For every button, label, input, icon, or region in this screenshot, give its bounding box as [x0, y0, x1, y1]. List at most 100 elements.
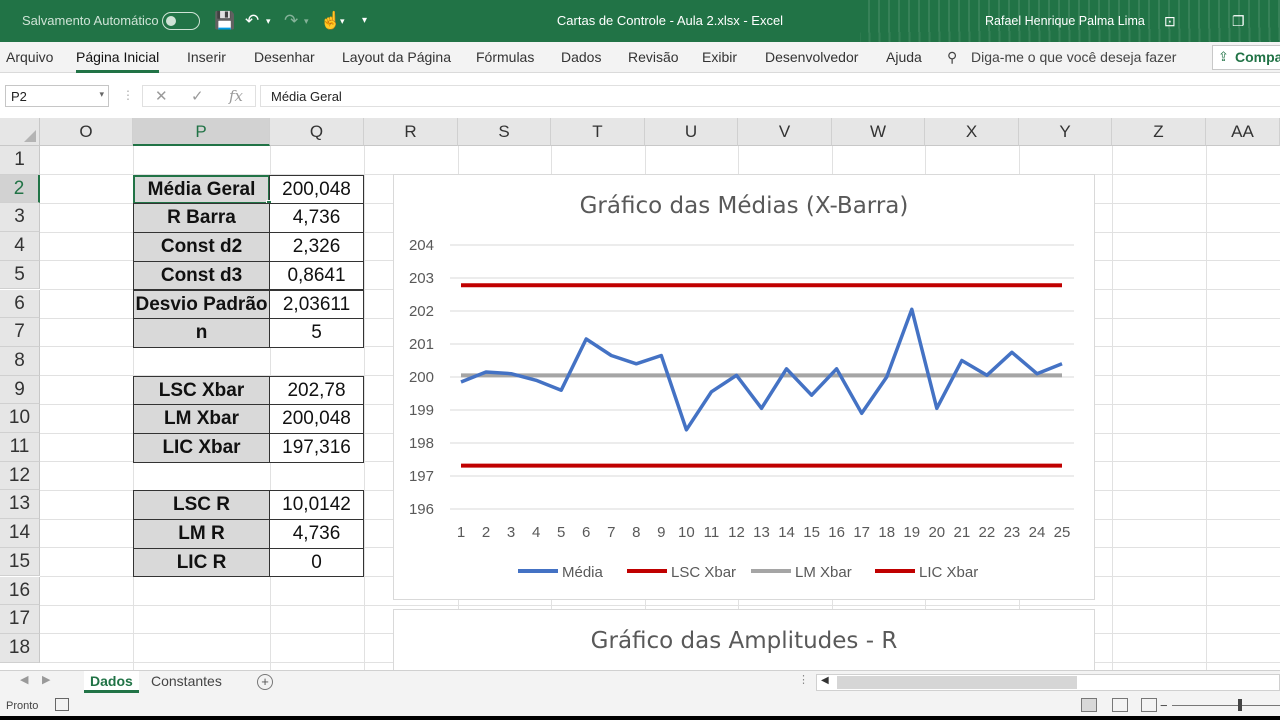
cell-p13-label[interactable]: LSC R	[133, 490, 270, 521]
column-header-r[interactable]: R	[364, 118, 458, 146]
tab-split-handle-icon[interactable]: ⋮	[798, 673, 809, 686]
cell-q4-value[interactable]: 2,326	[269, 232, 364, 262]
xbar-chart[interactable]: Gráfico das Médias (X-Barra) 196 197 198 19…	[393, 174, 1095, 600]
tab-formulas[interactable]: Fórmulas	[476, 49, 534, 65]
row-header-14[interactable]: 14	[0, 519, 40, 548]
share-button[interactable]: ⇪ Compa	[1212, 45, 1280, 70]
page-layout-view-icon[interactable]	[1112, 698, 1128, 712]
row-header-18[interactable]: 18	[0, 633, 40, 663]
ribbon-display-options-icon[interactable]: ⊡	[1164, 9, 1176, 33]
sheet-tab-constantes[interactable]: Constantes	[145, 671, 228, 693]
column-header-y[interactable]: Y	[1019, 118, 1112, 146]
row-header-16[interactable]: 16	[0, 576, 40, 606]
cell-p2-label[interactable]: Média Geral	[133, 174, 270, 205]
enter-icon[interactable]: ✓	[191, 87, 204, 105]
column-header-o[interactable]: O	[40, 118, 133, 146]
save-icon[interactable]: 💾	[214, 9, 235, 33]
lightbulb-search-icon[interactable]: ⚲	[947, 49, 957, 66]
tab-desenvolvedor[interactable]: Desenvolvedor	[765, 49, 858, 65]
column-header-w[interactable]: W	[832, 118, 925, 146]
name-box[interactable]: P2 ▾	[5, 85, 109, 107]
cell-q15-value[interactable]: 0	[269, 547, 364, 578]
cell-q6-value[interactable]: 2,03611	[269, 289, 364, 320]
column-header-aa[interactable]: AA	[1206, 118, 1280, 146]
cell-p11-label[interactable]: LIC Xbar	[133, 433, 270, 463]
cell-p9-label[interactable]: LSC Xbar	[133, 375, 270, 406]
row-header-12[interactable]: 12	[0, 461, 40, 491]
tab-layout-da-pagina[interactable]: Layout da Página	[342, 49, 451, 65]
cell-q10-value[interactable]: 200,048	[269, 404, 364, 434]
touch-dropdown-icon[interactable]: ▾	[340, 9, 345, 33]
cell-q5-value[interactable]: 0,8641	[269, 260, 364, 291]
tab-exibir[interactable]: Exibir	[702, 49, 737, 65]
zoom-out-icon[interactable]: −	[1160, 698, 1168, 713]
tab-dados[interactable]: Dados	[561, 49, 601, 65]
cell-p10-label[interactable]: LM Xbar	[133, 404, 270, 434]
zoom-slider-knob[interactable]	[1238, 699, 1242, 711]
undo-dropdown-icon[interactable]: ▾	[266, 9, 271, 33]
cell-q2-value[interactable]: 200,048	[269, 174, 364, 205]
scroll-sheets-left-icon[interactable]: ◀	[20, 673, 28, 686]
restore-window-icon[interactable]: ❐	[1232, 9, 1245, 33]
column-header-s[interactable]: S	[458, 118, 551, 146]
macro-recording-icon[interactable]	[55, 698, 69, 711]
row-header-9[interactable]: 9	[0, 375, 40, 405]
redo-dropdown-icon[interactable]: ▾	[304, 9, 309, 33]
tab-desenhar[interactable]: Desenhar	[254, 49, 315, 65]
row-header-7[interactable]: 7	[0, 318, 40, 347]
column-header-p[interactable]: P	[133, 118, 270, 146]
redo-icon[interactable]: ↷	[284, 9, 298, 33]
formula-bar-grip-icon[interactable]: ⋮	[122, 88, 134, 102]
page-break-view-icon[interactable]	[1141, 698, 1157, 712]
scroll-sheets-right-icon[interactable]: ▶	[42, 673, 50, 686]
cell-q11-value[interactable]: 197,316	[269, 433, 364, 463]
cell-p6-label[interactable]: Desvio Padrão	[133, 289, 270, 320]
row-header-10[interactable]: 10	[0, 404, 40, 433]
column-header-q[interactable]: Q	[270, 118, 364, 146]
user-name[interactable]: Rafael Henrique Palma Lima	[985, 14, 1145, 28]
touch-mode-icon[interactable]: ☝	[320, 9, 341, 33]
row-header-2[interactable]: 2	[0, 174, 40, 204]
sheet-tab-dados[interactable]: Dados	[84, 671, 139, 693]
add-sheet-icon[interactable]: +	[257, 674, 273, 690]
select-all-button[interactable]	[0, 118, 40, 146]
cell-q7-value[interactable]: 5	[269, 318, 364, 348]
column-header-x[interactable]: X	[925, 118, 1019, 146]
cancel-icon[interactable]: ✕	[155, 87, 168, 105]
customize-toolbar-icon[interactable]: ▾	[362, 9, 367, 33]
tab-arquivo[interactable]: Arquivo	[6, 49, 53, 65]
formula-input[interactable]: Média Geral	[260, 85, 1280, 107]
cell-p15-label[interactable]: LIC R	[133, 547, 270, 578]
tab-pagina-inicial[interactable]: Página Inicial	[76, 49, 160, 73]
cell-p7-label[interactable]: n	[133, 318, 270, 348]
cell-p14-label[interactable]: LM R	[133, 519, 270, 549]
column-header-u[interactable]: U	[645, 118, 738, 146]
row-header-6[interactable]: 6	[0, 289, 40, 319]
normal-view-icon[interactable]	[1081, 698, 1097, 712]
cell-q3-value[interactable]: 4,736	[269, 203, 364, 234]
tab-inserir[interactable]: Inserir	[187, 49, 226, 65]
cell-p3-label[interactable]: R Barra	[133, 203, 270, 234]
zoom-slider[interactable]	[1172, 705, 1280, 706]
scroll-left-icon[interactable]: ◀	[821, 675, 829, 686]
cell-p4-label[interactable]: Const d2	[133, 232, 270, 262]
horizontal-scrollbar[interactable]: ◀	[816, 674, 1280, 691]
undo-icon[interactable]: ↶	[245, 9, 259, 33]
cell-q13-value[interactable]: 10,0142	[269, 490, 364, 521]
column-header-z[interactable]: Z	[1112, 118, 1206, 146]
row-header-3[interactable]: 3	[0, 203, 40, 233]
autosave-toggle[interactable]	[162, 12, 200, 30]
tell-me-search[interactable]: Diga-me o que você deseja fazer	[971, 49, 1176, 65]
tab-revisao[interactable]: Revisão	[628, 49, 679, 65]
row-header-8[interactable]: 8	[0, 346, 40, 376]
row-header-4[interactable]: 4	[0, 232, 40, 261]
row-header-11[interactable]: 11	[0, 433, 40, 462]
cell-p5-label[interactable]: Const d3	[133, 260, 270, 291]
row-header-5[interactable]: 5	[0, 260, 40, 290]
column-header-t[interactable]: T	[551, 118, 645, 146]
insert-function-icon[interactable]: fx	[229, 87, 243, 105]
tab-ajuda[interactable]: Ajuda	[886, 49, 922, 65]
column-header-v[interactable]: V	[738, 118, 832, 146]
worksheet-grid[interactable]: O P Q R S T U V W X Y Z AA 1 2 3 4 5 6 7…	[0, 118, 1280, 670]
chevron-down-icon[interactable]: ▾	[99, 89, 104, 100]
